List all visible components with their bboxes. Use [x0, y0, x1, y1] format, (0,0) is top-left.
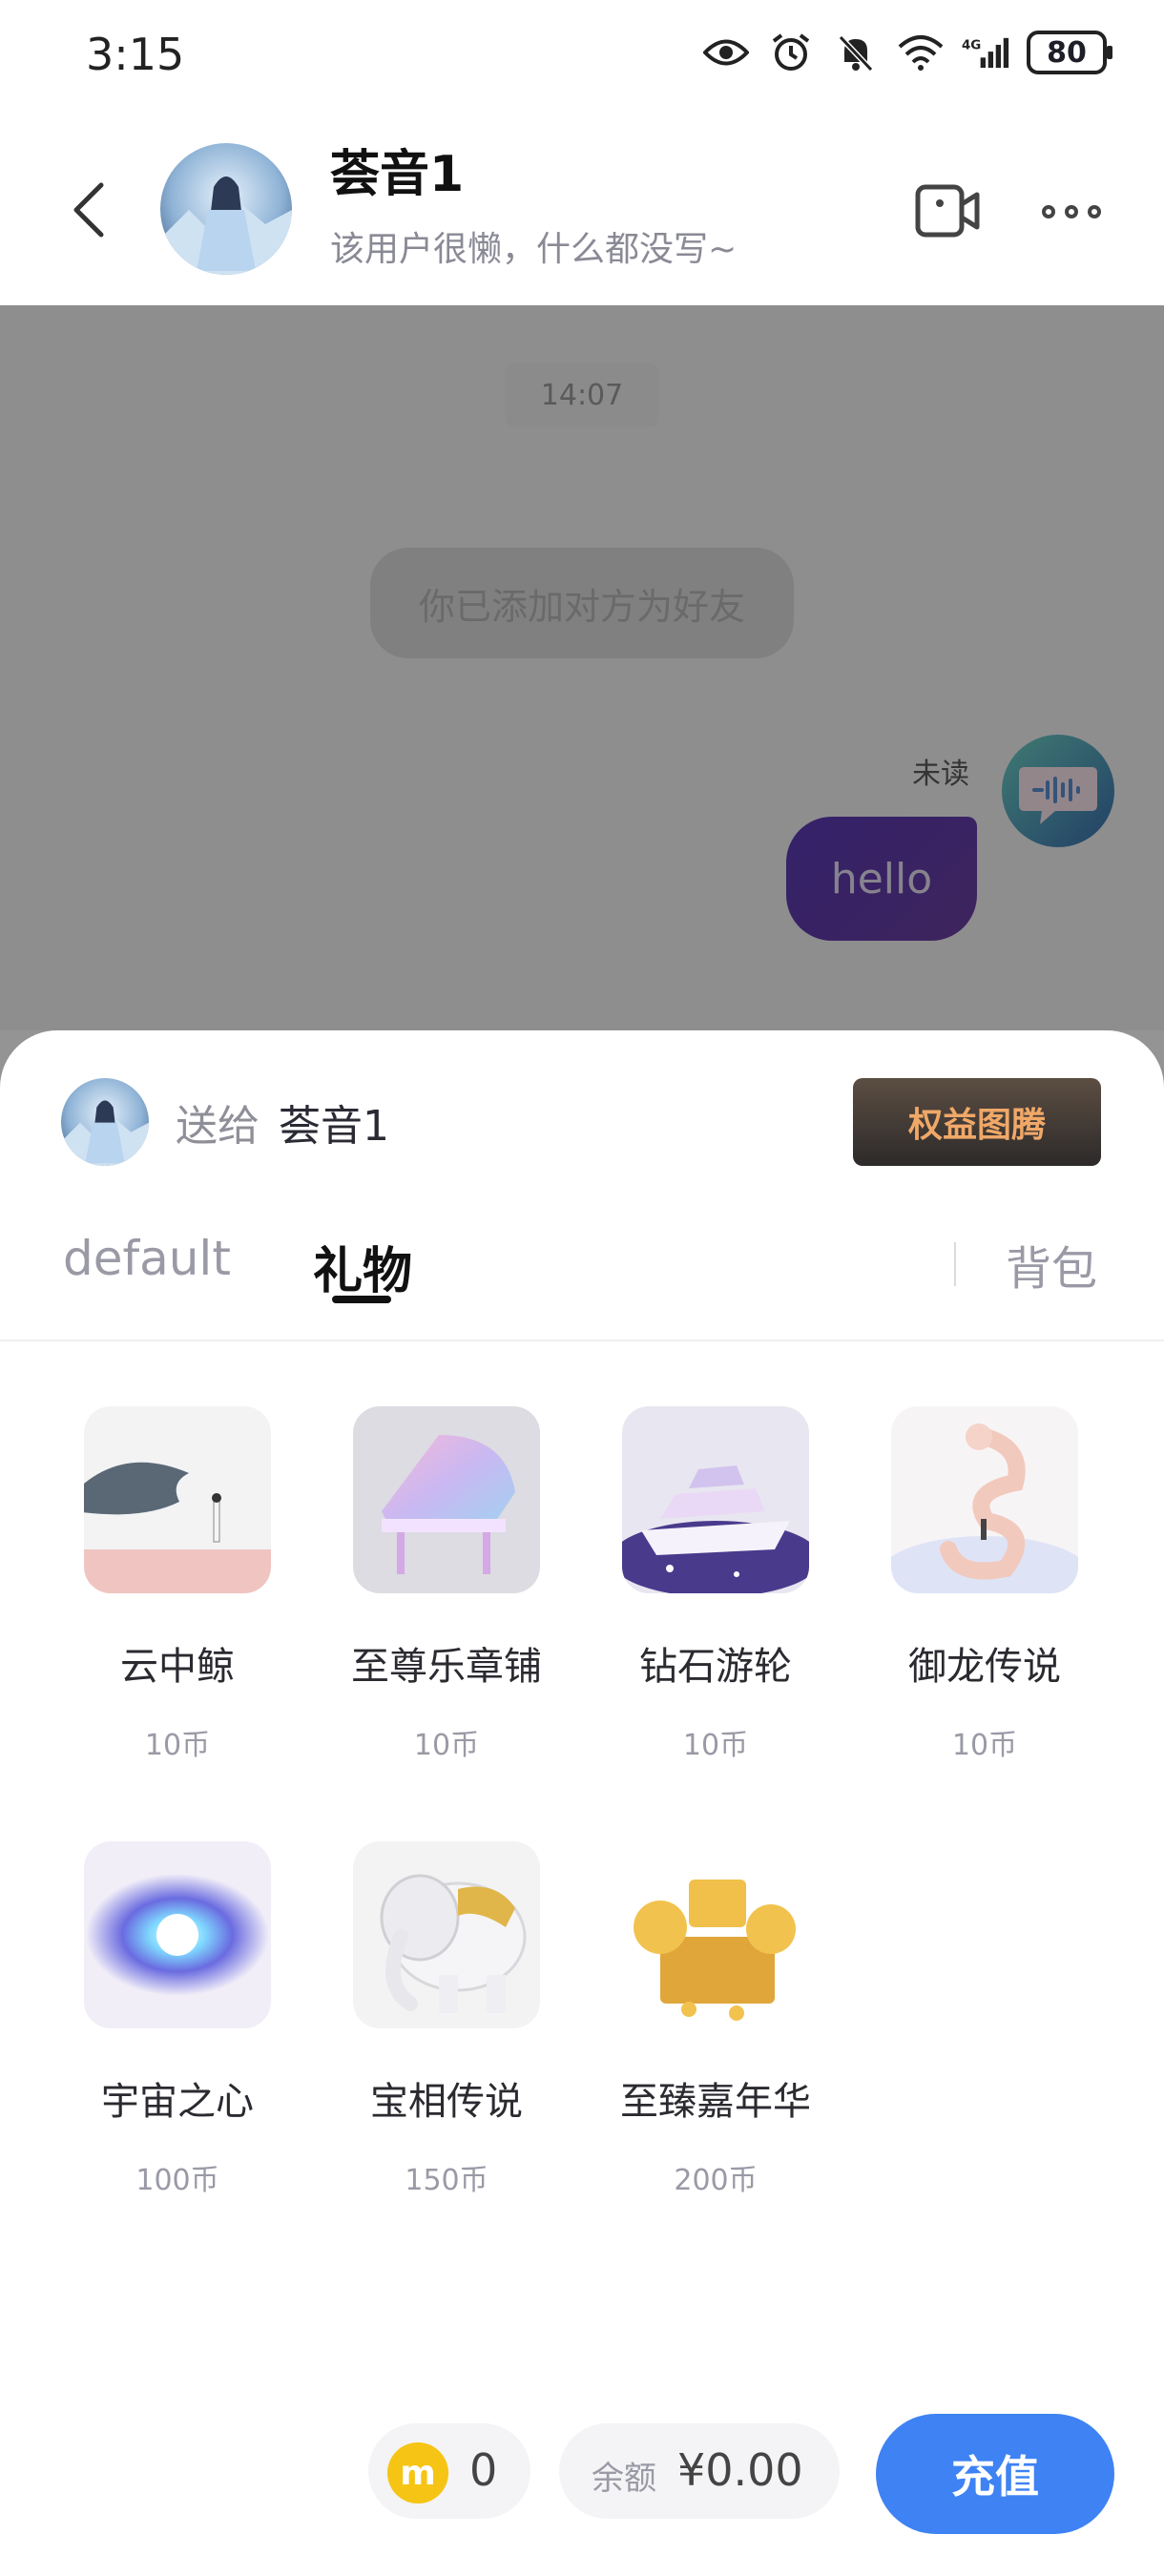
status-icons: 4G 80	[702, 29, 1112, 76]
gift-name: 宝相传说	[370, 2080, 523, 2124]
gift-item[interactable]: 至尊乐章铺 10币	[324, 1406, 553, 1807]
piano-icon	[353, 1406, 540, 1593]
gift-item[interactable]: 至臻嘉年华 200币	[593, 1841, 822, 2242]
gift-price: 10币	[951, 1729, 1018, 1762]
cruise-ship-icon	[622, 1406, 809, 1593]
balance-label: 余额	[592, 2460, 656, 2498]
tab-default[interactable]: default	[63, 1231, 231, 1286]
tab-backpack[interactable]: 背包	[1006, 1231, 1097, 1298]
dragon-icon	[891, 1406, 1078, 1593]
recipient-avatar	[61, 1078, 149, 1166]
gift-name: 至尊乐章铺	[351, 1645, 542, 1689]
wifi-icon	[897, 29, 945, 76]
status-bar: 3:15 4G 80	[0, 0, 1164, 105]
gift-price: 100币	[135, 2164, 219, 2197]
eye-icon	[702, 29, 750, 76]
elephant-icon	[353, 1841, 540, 2028]
gift-price: 10币	[682, 1729, 749, 1762]
recharge-button[interactable]: 充值	[876, 2414, 1114, 2534]
contact-signature: 该用户很懒，什么都没写~	[330, 230, 738, 269]
dot-icon	[1088, 205, 1101, 218]
whale-icon	[84, 1406, 271, 1593]
more-options-button[interactable]	[1042, 185, 1101, 239]
dot-icon	[1065, 205, 1078, 218]
gift-price: 10币	[413, 1729, 480, 1762]
avatar[interactable]	[160, 143, 292, 275]
coin-icon: m	[387, 2442, 448, 2503]
dot-icon	[1042, 205, 1055, 218]
tab-divider	[954, 1242, 956, 1286]
recipient-name: 荟音1	[279, 1102, 389, 1151]
money-balance: 余额 ¥0.00	[559, 2423, 840, 2519]
bell-off-icon	[832, 29, 880, 76]
video-call-button[interactable]	[914, 179, 981, 242]
battery-indicator: 80	[1027, 31, 1112, 74]
gift-item[interactable]: 御龙传说 10币	[863, 1406, 1091, 1807]
gift-name: 至臻嘉年华	[620, 2080, 811, 2124]
chevron-left-icon	[73, 182, 104, 238]
balance-value: ¥0.00	[677, 2444, 803, 2496]
back-button[interactable]	[67, 181, 114, 239]
tab-gift[interactable]: 礼物	[313, 1231, 412, 1302]
status-time: 3:15	[86, 29, 185, 80]
coin-count: 0	[469, 2444, 498, 2496]
gift-item[interactable]: 宝相传说 150币	[324, 1841, 553, 2242]
send-to-label: 送给	[176, 1102, 260, 1151]
gift-item[interactable]: 宇宙之心 100币	[55, 1841, 284, 2242]
svg-text:4G: 4G	[962, 38, 981, 52]
coin-balance: m 0	[368, 2423, 530, 2519]
contact-name: 荟音1	[330, 146, 465, 203]
gift-name: 钻石游轮	[639, 1645, 792, 1689]
signal-4g-icon: 4G	[962, 29, 1009, 76]
gift-price: 200币	[674, 2164, 758, 2197]
gift-sheet: 送给 荟音1 权益图腾 default 礼物 背包 云中鲸 10币 至尊乐章铺 …	[0, 1030, 1164, 2576]
gift-item[interactable]: 钻石游轮 10币	[593, 1406, 822, 1807]
alarm-icon	[767, 29, 815, 76]
gift-item[interactable]: 云中鲸 10币	[55, 1406, 284, 1807]
gift-name: 宇宙之心	[101, 2080, 254, 2124]
divider	[0, 1340, 1164, 1341]
rights-totem-button[interactable]: 权益图腾	[853, 1078, 1101, 1166]
carnival-icon	[622, 1841, 809, 2028]
gift-name: 云中鲸	[120, 1645, 235, 1689]
tab-active-indicator	[332, 1296, 391, 1303]
galaxy-icon	[84, 1841, 271, 2028]
video-icon	[915, 184, 980, 238]
chat-header: 荟音1 该用户很懒，什么都没写~	[0, 105, 1164, 305]
gift-name: 御龙传说	[908, 1645, 1061, 1689]
gift-price: 10币	[144, 1729, 211, 1762]
gift-price: 150币	[405, 2164, 488, 2197]
